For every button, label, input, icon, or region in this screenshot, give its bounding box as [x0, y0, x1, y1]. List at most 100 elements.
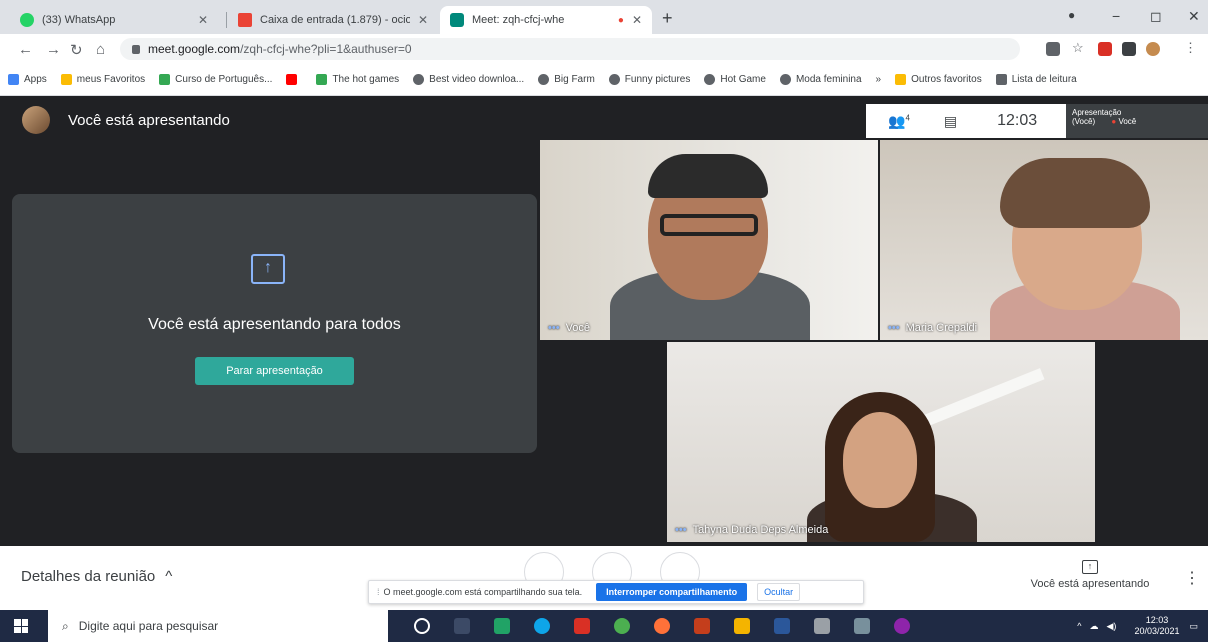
tab-divider [226, 12, 227, 28]
firefox-icon[interactable] [654, 618, 670, 634]
reload-icon[interactable]: ↻ [70, 41, 83, 59]
url-host: meet.google.com [148, 42, 241, 56]
extensions-icon[interactable] [1122, 42, 1136, 56]
presentation-card: ↑ Você está apresentando para todos Para… [12, 194, 537, 453]
task-view-icon[interactable] [454, 618, 470, 634]
present-icon: ↑ [1082, 560, 1098, 574]
bookmark-apps[interactable]: Apps [8, 74, 47, 85]
tab-title: (33) WhatsApp [42, 14, 116, 26]
cortana-icon[interactable] [414, 618, 430, 634]
drag-handle-icon[interactable]: ⁞ [377, 587, 380, 597]
more-options-icon[interactable]: ⋮ [1184, 568, 1200, 588]
participant-tile-tahyna[interactable]: ••• Tahyna Duda Deps Almeida [667, 342, 1095, 542]
powerpoint-icon[interactable] [694, 618, 710, 634]
bookmark-folder[interactable]: Outros favoritos [895, 74, 982, 85]
avatar [22, 106, 50, 134]
participant-tile-you[interactable]: ••• Você [540, 140, 878, 340]
url-input[interactable]: meet.google.com /zqh-cfcj-whe?pli=1&auth… [120, 38, 1020, 60]
volume-icon[interactable]: ◀) [1107, 621, 1117, 632]
people-count: 4 [905, 112, 910, 122]
url-path: /zqh-cfcj-whe?pli=1&authuser=0 [240, 42, 412, 56]
bookmark-item[interactable]: Hot Game [704, 74, 766, 85]
mic-off-icon: ● [1111, 117, 1117, 126]
taskbar-clock[interactable]: 12:03 20/03/2021 [1134, 615, 1179, 637]
home-icon[interactable]: ⌂ [96, 41, 105, 58]
menu-icon[interactable]: ⋮ [1184, 40, 1198, 55]
bookmark-item[interactable]: The hot games [316, 74, 399, 85]
screen: (33) WhatsApp ✕ Caixa de entrada (1.879)… [0, 0, 1208, 642]
presenting-to-all-text: Você está apresentando para todos [148, 316, 401, 333]
app-icon[interactable] [854, 618, 870, 634]
close-icon[interactable]: ✕ [198, 13, 208, 27]
you-presenting-button[interactable]: ↑ Você está apresentando [1020, 560, 1160, 590]
you-presenting-label: Você está apresentando [1030, 578, 1150, 590]
globe-icon [413, 74, 425, 85]
pdf-extension-icon[interactable] [1098, 42, 1112, 56]
glasses [660, 214, 758, 236]
thumb-label: Apresentação [1072, 108, 1122, 117]
file-explorer-icon[interactable] [734, 618, 750, 634]
close-window-button[interactable]: ✕ [1188, 8, 1200, 25]
bookmark-label: Outros favoritos [911, 74, 982, 85]
meeting-details-button[interactable]: Detalhes da reunião ^ [21, 568, 172, 585]
network-icon[interactable]: ☁ [1090, 621, 1099, 632]
reading-list[interactable]: Lista de leitura [995, 74, 1077, 85]
presenting-header: Você está apresentando [22, 106, 230, 134]
app-icon[interactable] [814, 618, 830, 634]
word-icon[interactable] [774, 618, 790, 634]
participant-name: ••• Maria Crepaldi [888, 322, 977, 334]
tab-meet[interactable]: Meet: zqh-cfcj-whe ● ✕ [440, 6, 652, 34]
people-icon[interactable]: 👥4 [888, 113, 910, 130]
close-icon[interactable]: ✕ [632, 13, 642, 27]
chat-icon[interactable]: ▤ [944, 113, 957, 130]
chrome-icon[interactable] [614, 618, 630, 634]
whatsapp-icon [20, 13, 34, 27]
windows-start-icon[interactable] [14, 619, 28, 633]
bookmark-item[interactable]: Moda feminina [779, 74, 862, 85]
clock-date: 20/03/2021 [1134, 626, 1180, 636]
tab-whatsapp[interactable]: (33) WhatsApp ✕ [10, 6, 218, 34]
avatar-icon[interactable] [1146, 42, 1160, 56]
chevron-up-icon[interactable]: ^ [1077, 621, 1081, 631]
tab-title: Caixa de entrada (1.879) - ocioci [260, 14, 410, 26]
notifications-icon[interactable]: ▭ [1189, 621, 1198, 632]
forward-icon[interactable]: → [46, 41, 61, 58]
back-icon[interactable]: ← [18, 41, 33, 58]
profile-icon[interactable]: ● [1068, 8, 1075, 22]
tab-gmail[interactable]: Caixa de entrada (1.879) - ocioci ✕ [228, 6, 438, 34]
hide-notice-button[interactable]: Ocultar [757, 583, 801, 601]
acrobat-icon[interactable] [574, 618, 590, 634]
media-player-icon[interactable] [894, 618, 910, 634]
taskbar-search-input[interactable]: ⌕ Digite aqui para pesquisar [48, 610, 388, 642]
bookmarks-overflow-button[interactable]: » [876, 74, 882, 85]
lock-icon [132, 44, 140, 54]
bookmark-item[interactable]: Big Farm [538, 74, 595, 85]
bookmark-youtube[interactable] [286, 74, 302, 85]
search-placeholder: Digite aqui para pesquisar [78, 619, 219, 633]
maximize-button[interactable]: ◻ [1150, 8, 1162, 25]
bookmark-item[interactable]: Funny pictures [608, 74, 690, 85]
stop-presenting-button[interactable]: Parar apresentação [195, 357, 354, 385]
new-tab-button[interactable]: + [662, 8, 673, 29]
participant-tile-maria[interactable]: ••• Maria Crepaldi [880, 140, 1208, 340]
bookmark-label: Moda feminina [795, 74, 862, 85]
participant-name-text: Tahyna Duda Deps Almeida [692, 524, 829, 536]
gmail-icon [238, 13, 252, 27]
tab-title: Meet: zqh-cfcj-whe [472, 14, 565, 26]
meet-top-controls: 👥4 ▤ 12:03 Apresentação (Você) ● Você [866, 104, 1208, 138]
thumb-label: Você [1118, 117, 1137, 126]
minimize-button[interactable]: − [1112, 8, 1120, 24]
globe-icon [779, 74, 791, 85]
self-thumbnail[interactable]: Apresentação (Você) ● Você [1066, 104, 1208, 138]
bookmark-folder[interactable]: meus Favoritos [60, 74, 145, 85]
bookmark-item[interactable]: Curso de Português... [159, 74, 272, 85]
camera-icon[interactable] [1046, 42, 1060, 56]
star-icon[interactable]: ☆ [1072, 40, 1086, 55]
speaking-dots-icon: ••• [675, 524, 687, 536]
participant-hair [1000, 158, 1150, 228]
excel-icon[interactable] [494, 618, 510, 634]
edge-icon[interactable] [534, 618, 550, 634]
close-icon[interactable]: ✕ [418, 13, 428, 27]
stop-sharing-button[interactable]: Interromper compartilhamento [596, 583, 748, 601]
bookmark-item[interactable]: Best video downloa... [413, 74, 524, 85]
